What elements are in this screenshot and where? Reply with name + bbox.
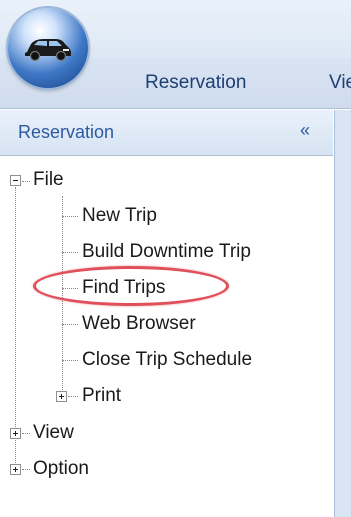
expand-option-icon[interactable] — [10, 464, 21, 475]
expand-view-icon[interactable] — [10, 428, 21, 439]
tree-item-option[interactable]: Option — [33, 458, 89, 480]
tab-view[interactable]: View — [329, 72, 351, 94]
tree-connector — [62, 324, 78, 325]
tree-item-view[interactable]: View — [33, 422, 74, 444]
tree-item-close-trip-schedule[interactable]: Close Trip Schedule — [82, 349, 252, 371]
nav-pane-title: Reservation — [18, 122, 115, 142]
tree-connector — [15, 187, 16, 469]
tab-reservation[interactable]: Reservation — [145, 72, 246, 94]
nav-pane-splitter[interactable] — [334, 110, 351, 517]
tree-item-web-browser[interactable]: Web Browser — [82, 313, 196, 335]
collapse-file-icon[interactable] — [10, 175, 21, 186]
ribbon: Reservation View — [0, 0, 351, 109]
tree-item-print[interactable]: Print — [82, 385, 121, 407]
tree-connector — [62, 216, 78, 217]
tree-connector — [22, 469, 30, 470]
car-icon — [25, 39, 71, 62]
nav-pane-header: Reservation « — [0, 110, 333, 156]
collapse-pane-button[interactable]: « — [300, 120, 310, 141]
tree-connector — [62, 360, 78, 361]
tree-connector — [62, 252, 78, 253]
highlight-ellipse — [33, 266, 229, 306]
expand-print-icon[interactable] — [56, 391, 67, 402]
tree-item-new-trip[interactable]: New Trip — [82, 205, 157, 227]
tree-item-build-downtime-trip[interactable]: Build Downtime Trip — [82, 241, 251, 263]
tree-connector — [22, 433, 30, 434]
application-button[interactable] — [8, 8, 88, 88]
tree-item-file[interactable]: File — [33, 169, 64, 191]
tree-connector — [68, 396, 78, 397]
tree-connector — [22, 181, 30, 182]
